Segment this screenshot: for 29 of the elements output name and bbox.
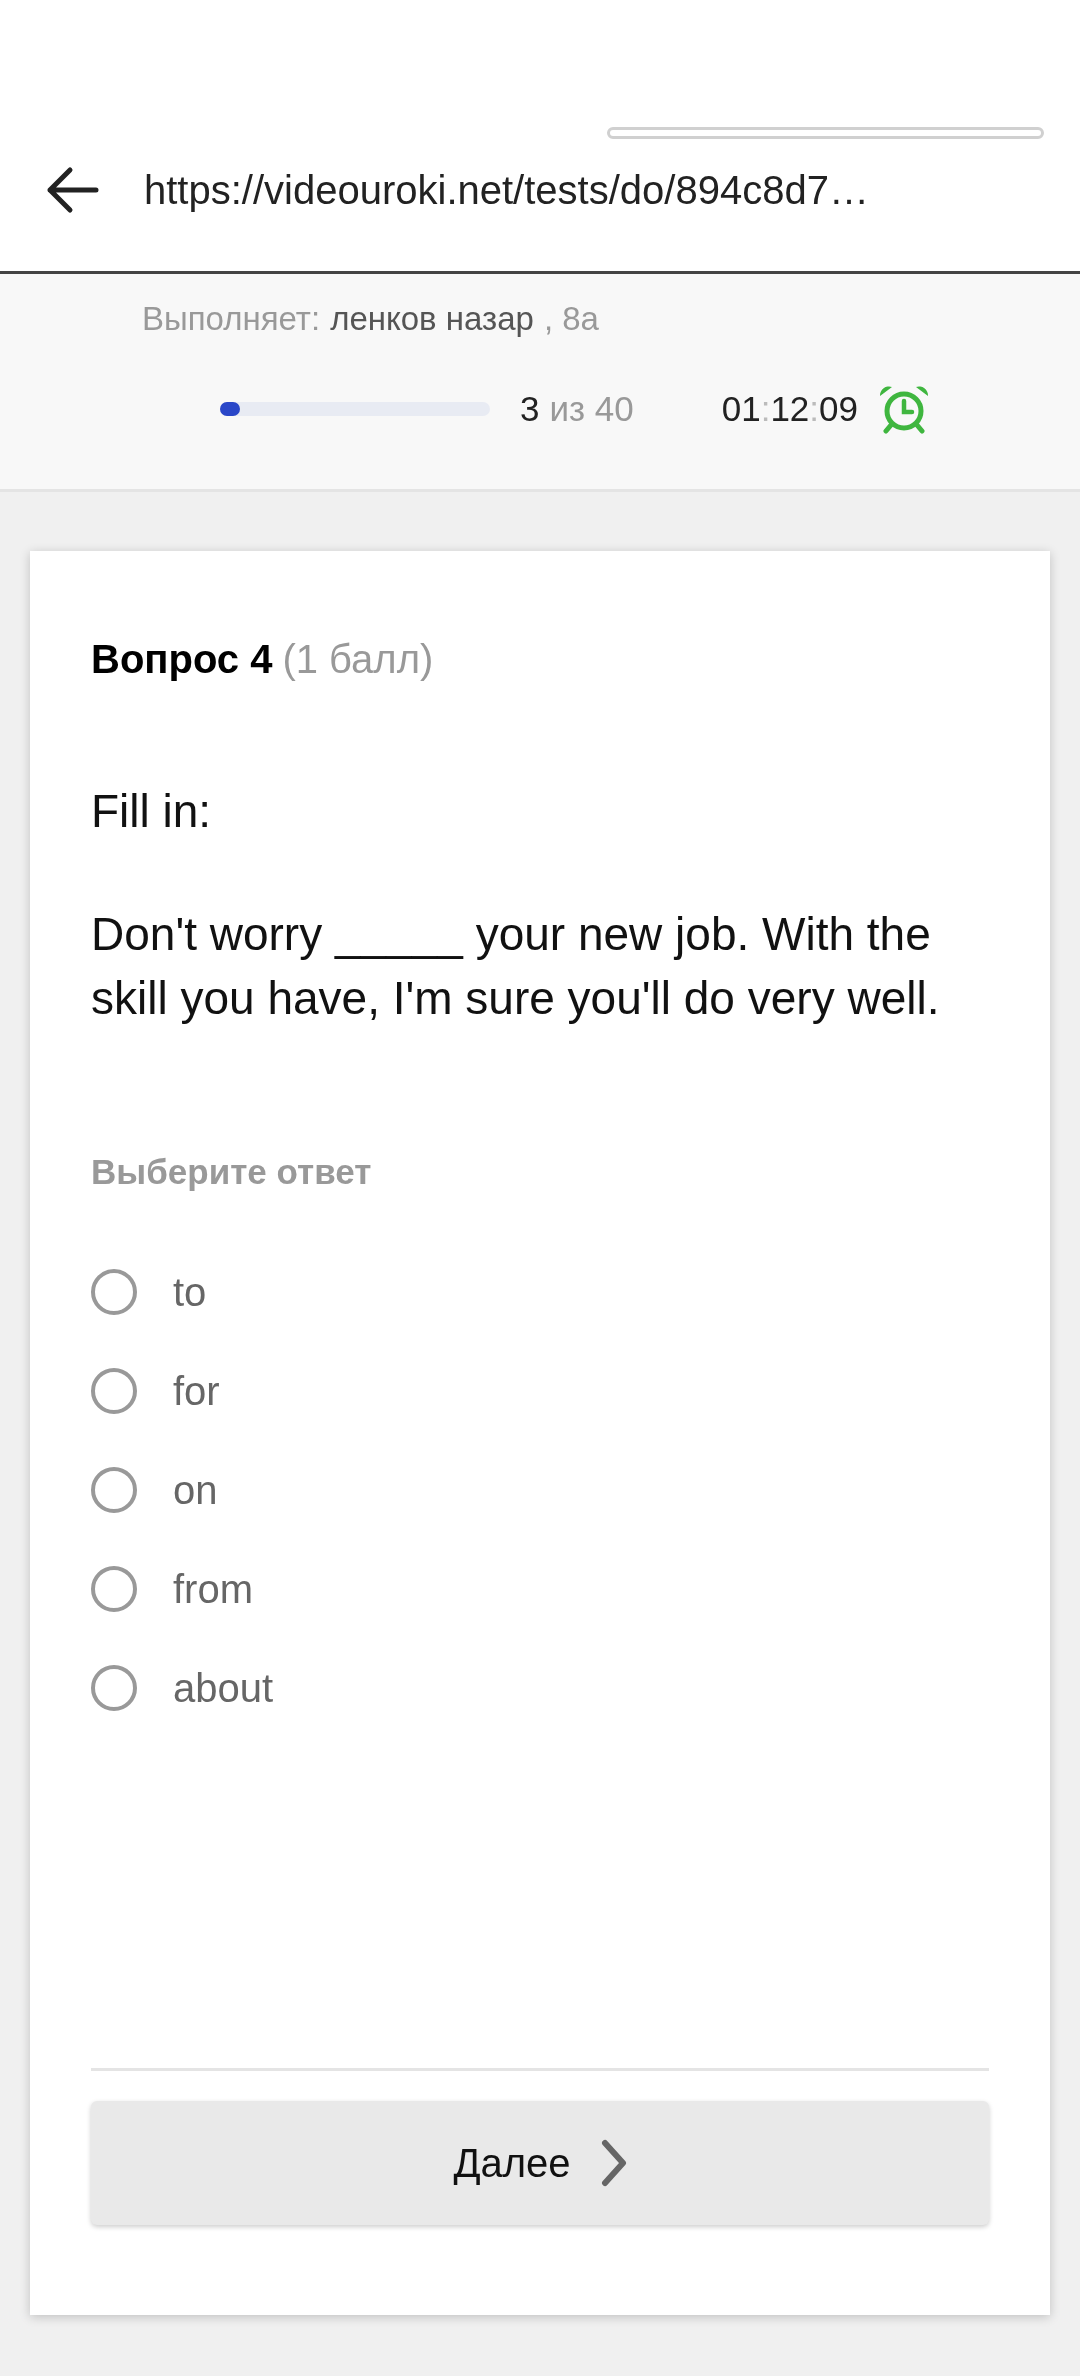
performer-name: ленков назар [330, 299, 534, 339]
timer-separator: : [760, 387, 771, 430]
radio-button[interactable] [91, 1566, 137, 1612]
answer-option[interactable]: to [91, 1242, 989, 1342]
radio-button[interactable] [91, 1467, 137, 1513]
next-button[interactable]: Далее [91, 2101, 989, 2225]
question-title: Вопрос 4 [91, 636, 273, 683]
answer-option[interactable]: for [91, 1341, 989, 1441]
performer-label: Выполняет: [142, 299, 321, 339]
instruction-text: Fill in: [91, 784, 213, 839]
timer-digits: 01 [721, 387, 761, 430]
question-points: (1 балл) [282, 636, 434, 683]
answer-option[interactable]: from [91, 1539, 989, 1639]
question-text: Don't worry _____ your new job. With the skill you have, I'm sure you'll do very well. [91, 907, 941, 1026]
performer-class: , 8а [543, 299, 599, 339]
answer-prompt: Выберите ответ [91, 1151, 373, 1193]
radio-button[interactable] [91, 1269, 137, 1315]
question-total: из 40 [549, 387, 634, 430]
timer-separator: : [809, 387, 820, 430]
radio-button[interactable] [91, 1368, 137, 1414]
answer-option[interactable]: about [91, 1638, 989, 1738]
url-text[interactable]: https://videouroki.net/tests/do/894c8d7… [144, 160, 869, 220]
radio-button[interactable] [91, 1665, 137, 1711]
chevron-right-icon [600, 2139, 627, 2187]
answer-option[interactable]: on [91, 1440, 989, 1540]
timer-digits: 09 [819, 387, 858, 430]
timer-digits: 12 [770, 387, 810, 430]
alarm-clock-icon [878, 384, 930, 434]
question-counter: 3 [520, 387, 540, 430]
